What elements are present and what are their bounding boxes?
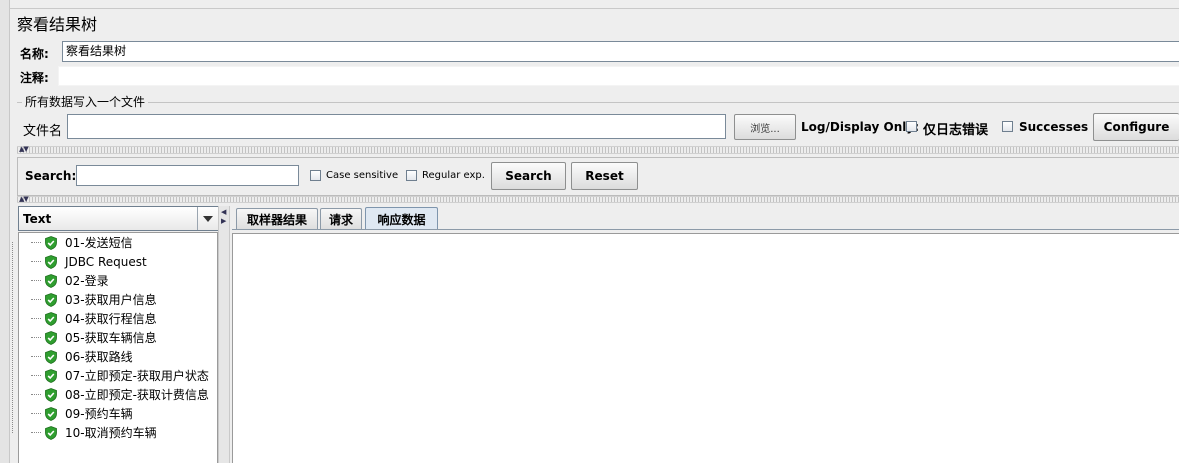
success-shield-icon	[45, 254, 57, 269]
search-input[interactable]	[76, 165, 299, 186]
tree-item-label: 03-获取用户信息	[65, 293, 157, 307]
success-shield-icon	[45, 368, 57, 383]
tree-connector	[31, 413, 41, 414]
file-group-title: 所有数据写入一个文件	[22, 93, 149, 110]
tree-item[interactable]: 01-发送短信	[18, 233, 133, 252]
configure-button[interactable]: Configure	[1093, 113, 1179, 141]
search-label: Search:	[25, 169, 77, 183]
splitter-top[interactable]	[17, 146, 1179, 154]
tree-item-label: 05-获取车辆信息	[65, 331, 157, 345]
tree-item[interactable]: JDBC Request	[18, 252, 147, 271]
tree-item-label: 07-立即预定-获取用户状态	[65, 369, 209, 383]
tree-item[interactable]: 10-取消预约车辆	[18, 423, 157, 442]
tree-item[interactable]: 05-获取车辆信息	[18, 328, 157, 347]
tab-response-data[interactable]: 响应数据	[365, 207, 438, 230]
tree-item-label: 04-获取行程信息	[65, 312, 157, 326]
tree-guide-line	[12, 242, 13, 433]
collapse-expand-arrows-icon[interactable]: ▲▼	[19, 196, 29, 203]
page-title: 察看结果树	[17, 15, 98, 34]
case-sensitive-label: Case sensitive	[326, 170, 399, 181]
collapse-expand-arrows-icon[interactable]: ▲▼	[19, 146, 29, 153]
tree-connector	[31, 299, 41, 300]
tree-item-label: 02-登录	[65, 274, 109, 288]
tree-item[interactable]: 04-获取行程信息	[18, 309, 157, 328]
file-name-value	[68, 115, 725, 119]
name-field-value: 察看结果树	[66, 44, 127, 58]
tab-baseline	[232, 229, 1179, 230]
tab-sampler-result[interactable]: 取样器结果	[236, 208, 318, 229]
success-shield-icon	[45, 292, 57, 307]
chevron-down-icon[interactable]	[197, 207, 218, 230]
success-shield-icon	[45, 425, 57, 440]
tree-item-label: 01-发送短信	[65, 236, 133, 250]
browse-button[interactable]: 浏览...	[734, 114, 796, 140]
comment-label: 注释:	[20, 71, 49, 85]
file-label: 文件名	[23, 124, 63, 139]
name-label: 名称:	[20, 47, 49, 61]
top-divider	[9, 8, 1179, 9]
name-field[interactable]: 察看结果树	[62, 41, 1179, 62]
comment-field-value	[59, 67, 1179, 71]
vertical-splitter[interactable]: ◀ ▶	[218, 206, 230, 463]
tree-item-label: JDBC Request	[65, 254, 147, 269]
renderer-select-value: Text	[23, 212, 52, 226]
left-panel-edge	[0, 0, 10, 463]
comment-field[interactable]	[58, 66, 1179, 86]
tree-item[interactable]: 08-立即预定-获取计费信息	[18, 385, 209, 404]
errors-label: 仅日志错误	[923, 123, 989, 138]
tree-connector	[31, 242, 41, 243]
case-sensitive-checkbox[interactable]	[310, 170, 321, 181]
tree-connector	[31, 337, 41, 338]
success-shield-icon	[45, 387, 57, 402]
errors-checkbox[interactable]	[906, 121, 917, 132]
tree-connector	[31, 394, 41, 395]
regex-checkbox[interactable]	[406, 170, 417, 181]
success-shield-icon	[45, 406, 57, 421]
successes-label: Successes	[1019, 120, 1089, 134]
tree-item-label: 08-立即预定-获取计费信息	[65, 388, 209, 402]
tree-connector	[31, 432, 41, 433]
tree-connector	[31, 280, 41, 281]
search-input-value	[77, 166, 298, 170]
success-shield-icon	[45, 273, 57, 288]
success-shield-icon	[45, 235, 57, 250]
tree-connector	[31, 318, 41, 319]
tree-connector	[31, 375, 41, 376]
successes-checkbox[interactable]	[1002, 121, 1013, 132]
tree-connector	[31, 356, 41, 357]
file-name-input[interactable]	[67, 114, 726, 139]
tree-item-label: 10-取消预约车辆	[65, 426, 157, 440]
log-display-label: Log/Display Only:	[801, 120, 919, 134]
tree-item[interactable]: 02-登录	[18, 271, 109, 290]
tree-connector	[31, 261, 41, 262]
success-shield-icon	[45, 311, 57, 326]
reset-button[interactable]: Reset	[571, 162, 638, 190]
tree-item[interactable]: 06-获取路线	[18, 347, 133, 366]
tree-item[interactable]: 07-立即预定-获取用户状态	[18, 366, 209, 385]
tree-item[interactable]: 03-获取用户信息	[18, 290, 157, 309]
tree-item-label: 06-获取路线	[65, 350, 133, 364]
tab-request[interactable]: 请求	[320, 208, 362, 229]
tree-item-label: 09-预约车辆	[65, 407, 133, 421]
response-data-panel[interactable]	[232, 233, 1179, 463]
success-shield-icon	[45, 349, 57, 364]
renderer-select[interactable]: Text	[18, 206, 219, 231]
regex-label: Regular exp.	[422, 170, 485, 181]
collapse-expand-arrows-icon[interactable]: ◀ ▶	[221, 208, 226, 226]
success-shield-icon	[45, 330, 57, 345]
search-button[interactable]: Search	[491, 162, 566, 190]
splitter-middle[interactable]	[17, 196, 1179, 203]
tree-item[interactable]: 09-预约车辆	[18, 404, 133, 423]
